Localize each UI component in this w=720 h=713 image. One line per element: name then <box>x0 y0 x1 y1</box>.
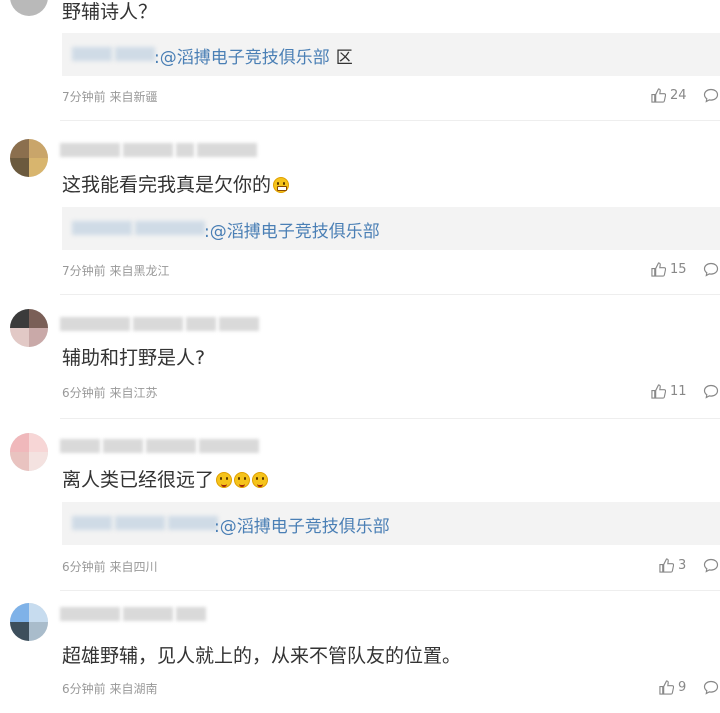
like-count: 11 <box>670 384 687 399</box>
reply-mention[interactable]: :@滔搏电子竞技俱乐部 <box>204 217 380 242</box>
blurred-username[interactable] <box>60 607 206 621</box>
avatar[interactable] <box>10 603 48 641</box>
like-count: 15 <box>670 262 687 277</box>
comment-time: 6分钟前 <box>62 560 106 574</box>
comment-meta: 7分钟前 来自黑龙江 <box>62 262 169 279</box>
comment-location: 来自江苏 <box>109 386 158 400</box>
like-count: 24 <box>670 88 687 103</box>
reply-preview[interactable]: :@滔搏电子竞技俱乐部 <box>62 502 720 545</box>
comment-item: 这我能看完我真是欠你的 :@滔搏电子竞技俱乐部 7分钟前 来自黑龙江 15 <box>0 121 720 295</box>
comment-location: 来自湖南 <box>109 682 158 696</box>
comment-location: 来自四川 <box>109 560 158 574</box>
comment-time: 7分钟前 <box>62 90 106 104</box>
grin-emoji-icon <box>273 177 290 193</box>
comment-bubble-icon[interactable] <box>703 384 719 399</box>
comment-text: 野辅诗人？ <box>62 1 158 23</box>
comment-meta: 6分钟前 来自江苏 <box>62 384 157 401</box>
comment-item: 离人类已经很远了 :@滔搏电子竞技俱乐部 6分钟前 来自四川 3 <box>0 419 720 591</box>
thumbs-up-icon <box>659 680 674 695</box>
comment-bubble-icon[interactable] <box>703 262 719 277</box>
like-button[interactable]: 9 <box>659 680 686 695</box>
comment-text: 超雄野辅，见人就上的，从来不管队友的位置。 <box>62 645 462 667</box>
thumbs-up-icon <box>659 558 674 573</box>
comment-time: 7分钟前 <box>62 264 106 278</box>
thumbs-up-icon <box>651 88 666 103</box>
comment-text: 辅助和打野是人? <box>62 347 206 369</box>
thumbs-up-icon <box>651 262 666 277</box>
like-button[interactable]: 11 <box>651 384 687 399</box>
reply-preview[interactable]: :@滔搏电子竞技俱乐部 <box>62 207 720 250</box>
like-button[interactable]: 3 <box>659 558 686 573</box>
blurred-username <box>72 516 218 530</box>
comment-item: 辅助和打野是人? 6分钟前 来自江苏 11 <box>0 295 720 419</box>
comment-item: 超雄野辅，见人就上的，从来不管队友的位置。 6分钟前 来自湖南 9 <box>0 591 720 713</box>
like-button[interactable]: 24 <box>651 88 687 103</box>
comment-time: 6分钟前 <box>62 386 106 400</box>
like-count: 3 <box>678 558 687 573</box>
thumbs-up-icon <box>651 384 666 399</box>
avatar[interactable] <box>10 433 48 471</box>
like-button[interactable]: 15 <box>651 262 687 277</box>
comment-location: 来自新疆 <box>109 90 158 104</box>
tongue-emoji-icon <box>216 472 233 488</box>
comment-text: 离人类已经很远了 <box>62 468 269 492</box>
comment-bubble-icon[interactable] <box>703 88 719 103</box>
blurred-username[interactable] <box>60 143 257 157</box>
comment-item: 野辅诗人？ :@滔搏电子竞技俱乐部区 7分钟前 来自新疆 24 <box>0 0 720 121</box>
reply-mention[interactable]: :@滔搏电子竞技俱乐部区 <box>154 43 353 68</box>
comment-text: 这我能看完我真是欠你的 <box>62 173 290 197</box>
tongue-emoji-icon <box>252 472 269 488</box>
comment-meta: 6分钟前 来自湖南 <box>62 680 157 697</box>
comment-meta: 7分钟前 来自新疆 <box>62 88 157 105</box>
blurred-username <box>72 221 205 235</box>
like-count: 9 <box>678 680 687 695</box>
comment-bubble-icon[interactable] <box>703 558 719 573</box>
avatar[interactable] <box>10 309 48 347</box>
avatar[interactable] <box>10 139 48 177</box>
blurred-username[interactable] <box>60 439 259 453</box>
comment-location: 来自黑龙江 <box>109 264 170 278</box>
tongue-emoji-icon <box>234 472 251 488</box>
reply-mention[interactable]: :@滔搏电子竞技俱乐部 <box>214 512 390 537</box>
reply-preview[interactable]: :@滔搏电子竞技俱乐部区 <box>62 33 720 76</box>
comment-meta: 6分钟前 来自四川 <box>62 558 157 575</box>
blurred-username <box>72 47 155 61</box>
comment-bubble-icon[interactable] <box>703 680 719 695</box>
comment-time: 6分钟前 <box>62 682 106 696</box>
avatar[interactable] <box>10 0 48 16</box>
blurred-username[interactable] <box>60 317 259 331</box>
